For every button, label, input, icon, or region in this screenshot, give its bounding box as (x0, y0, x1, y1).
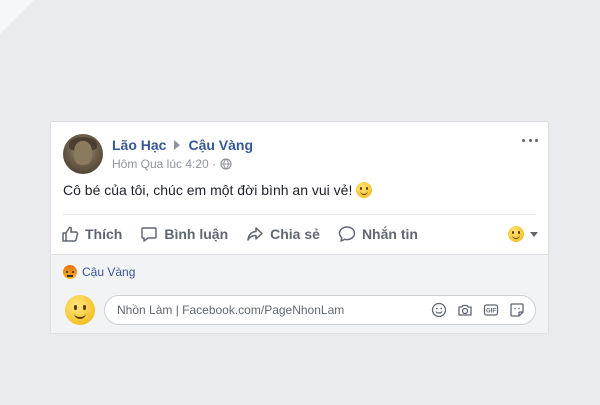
post-card: Lão Hạc Cậu Vàng Hôm Qua lúc 4:20 · Cô b… (50, 121, 549, 334)
share-label: Chia sẻ (270, 226, 320, 242)
share-button[interactable]: Chia sẻ (246, 225, 320, 243)
divider (63, 214, 536, 215)
gif-icon[interactable]: GIF (483, 302, 499, 318)
reaction-summary[interactable]: Cậu Vàng (63, 265, 135, 279)
post-meta: Hôm Qua lúc 4:20 · (112, 157, 232, 171)
comment-label: Bình luận (164, 226, 229, 242)
like-button[interactable]: Thích (61, 225, 122, 243)
angry-reaction-icon (63, 265, 77, 279)
post-header: Lão Hạc Cậu Vàng (112, 136, 253, 154)
comment-icon (141, 227, 158, 242)
reaction-name[interactable]: Cậu Vàng (82, 265, 135, 279)
emoji-icon (508, 226, 524, 242)
page-corner (0, 0, 34, 34)
comment-composer: GIF (104, 295, 536, 325)
arrow-right-icon (174, 140, 181, 150)
author-avatar[interactable] (63, 134, 103, 174)
post-body: Cô bé của tôi, chúc em một đời bình an v… (63, 182, 373, 198)
comments-section: Cậu Vàng GIF (51, 254, 548, 333)
comment-input[interactable] (115, 302, 431, 318)
comment-tools: GIF (431, 302, 525, 318)
comment-button[interactable]: Bình luận (140, 225, 228, 243)
commenter-avatar (65, 295, 95, 325)
like-label: Thích (85, 226, 123, 242)
message-label: Nhắn tin (361, 226, 418, 242)
svg-text:GIF: GIF (486, 309, 496, 315)
chevron-down-icon (530, 231, 538, 237)
audience-reaction-selector[interactable] (508, 226, 538, 242)
more-options-icon[interactable] (522, 135, 538, 145)
action-bar: Thích Bình luận Chia sẻ Nhắn tin (61, 222, 538, 246)
emoji-icon[interactable] (431, 302, 447, 318)
share-icon (247, 227, 263, 241)
target-name-link[interactable]: Cậu Vàng (188, 137, 253, 153)
globe-icon[interactable] (220, 158, 232, 170)
like-icon (62, 226, 79, 242)
author-name-link[interactable]: Lão Hạc (112, 137, 166, 153)
camera-icon[interactable] (457, 302, 473, 318)
post-text: Cô bé của tôi, chúc em một đời bình an v… (63, 182, 353, 198)
message-button[interactable]: Nhắn tin (338, 225, 418, 243)
post-timestamp[interactable]: Hôm Qua lúc 4:20 · (112, 157, 216, 171)
sticker-icon[interactable] (509, 302, 525, 318)
message-icon (338, 226, 356, 242)
smile-emoji-icon (356, 182, 373, 198)
